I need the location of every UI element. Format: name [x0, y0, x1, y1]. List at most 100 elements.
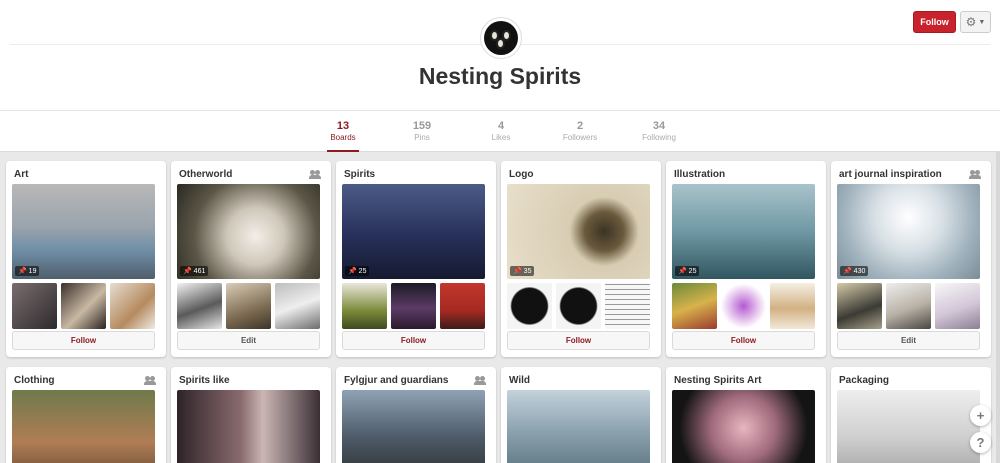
board-title: Otherworld	[179, 169, 233, 180]
pin-count: 461	[193, 268, 206, 275]
board-follow-button[interactable]: Follow	[672, 331, 815, 350]
stat-value: 2	[576, 120, 584, 132]
profile-stats-bar: 13 Boards 159 Pins 4 Likes 2 Followers 3…	[0, 110, 1000, 152]
board-title: Wild	[509, 375, 531, 386]
board-thumbnail[interactable]	[12, 283, 57, 329]
pin-count: 25	[358, 268, 367, 275]
board-thumbnail[interactable]	[61, 283, 106, 329]
active-tab-indicator	[327, 150, 359, 152]
board-cover-image[interactable]	[507, 390, 650, 463]
board-title: Spirits	[344, 169, 376, 180]
follow-profile-button[interactable]: Follow	[913, 11, 956, 33]
gear-icon: ⚙	[965, 15, 977, 29]
pin-count: 35	[523, 268, 532, 275]
board-title: Logo	[509, 169, 534, 180]
board-card-fylgjur-and-guardians[interactable]: Fylgjur and guardians	[336, 367, 496, 463]
board-thumbnail[interactable]	[342, 283, 387, 329]
stat-label: Likes	[491, 133, 511, 142]
board-thumbnail[interactable]	[177, 283, 222, 329]
chevron-down-icon: ▼	[978, 18, 986, 26]
group-board-icon	[969, 169, 981, 179]
board-thumbnail[interactable]	[886, 283, 931, 329]
board-thumbnail[interactable]	[110, 283, 155, 329]
board-title: art journal inspiration	[839, 169, 942, 180]
board-card-logo[interactable]: Logo 📌 35 Follow	[501, 161, 661, 357]
board-cover-image[interactable]	[177, 390, 320, 463]
pin-count-badge: 📌 430	[840, 266, 869, 276]
board-title: Nesting Spirits Art	[674, 375, 762, 386]
group-board-icon	[474, 375, 486, 385]
board-cover-image[interactable]: 📌 19	[12, 184, 155, 279]
board-card-art-journal-inspiration[interactable]: art journal inspiration 📌 430 Edit	[831, 161, 991, 357]
stat-value: 4	[497, 120, 505, 132]
board-card-otherworld[interactable]: Otherworld 📌 461 Edit	[171, 161, 331, 357]
board-thumbnail[interactable]	[721, 283, 766, 329]
board-cover-image[interactable]	[837, 390, 980, 463]
pin-count: 430	[853, 268, 866, 275]
stat-label: Following	[642, 133, 676, 142]
board-title: Spirits like	[179, 375, 230, 386]
board-card-spirits-like[interactable]: Spirits like	[171, 367, 331, 463]
board-cover-image[interactable]: 📌 25	[672, 184, 815, 279]
board-cover-image[interactable]	[672, 390, 815, 463]
profile-header: Follow ⚙ ▼ Nesting Spirits 13 Boards 159…	[0, 0, 1000, 152]
board-card-illustration[interactable]: Illustration 📌 25 Follow	[666, 161, 826, 357]
group-board-icon	[309, 169, 321, 179]
board-card-packaging[interactable]: Packaging	[831, 367, 991, 463]
board-card-clothing[interactable]: Clothing	[6, 367, 166, 463]
question-icon[interactable]: ?	[970, 432, 991, 453]
stat-label: Pins	[414, 133, 430, 142]
pin-count-badge: 📌 461	[180, 266, 209, 276]
board-thumbnail[interactable]	[935, 283, 980, 329]
board-thumbnail[interactable]	[440, 283, 485, 329]
profile-avatar[interactable]	[480, 17, 522, 59]
board-card-nesting-spirits-art[interactable]: Nesting Spirits Art	[666, 367, 826, 463]
stat-value: 159	[412, 120, 432, 132]
stat-label: Boards	[330, 133, 356, 142]
board-title: Clothing	[14, 375, 55, 386]
board-thumbnail[interactable]	[226, 283, 271, 329]
plus-icon[interactable]: +	[970, 405, 991, 426]
stat-value: 34	[652, 120, 666, 132]
board-thumbnail[interactable]	[275, 283, 320, 329]
settings-menu-button[interactable]: ⚙ ▼	[960, 11, 991, 33]
board-cover-image[interactable]	[342, 390, 485, 463]
board-cover-image[interactable]: 📌 25	[342, 184, 485, 279]
egg-shape	[496, 38, 505, 49]
stat-value: 13	[336, 120, 350, 132]
board-thumbnail[interactable]	[605, 283, 650, 329]
board-cover-image[interactable]: 📌 35	[507, 184, 650, 279]
board-thumbnail[interactable]	[672, 283, 717, 329]
stat-following[interactable]: 34 Following	[629, 120, 689, 143]
pin-count-badge: 📌 35	[510, 266, 535, 276]
board-cover-image[interactable]: 📌 430	[837, 184, 980, 279]
board-card-wild[interactable]: Wild	[501, 367, 661, 463]
board-follow-button[interactable]: Follow	[12, 331, 155, 350]
board-card-art[interactable]: Art 📌 19 Follow	[6, 161, 166, 357]
board-thumbnail[interactable]	[507, 283, 552, 329]
page-scrollbar[interactable]	[996, 152, 1000, 463]
board-thumbnail[interactable]	[770, 283, 815, 329]
stat-likes[interactable]: 4 Likes	[471, 120, 531, 143]
board-title: Fylgjur and guardians	[344, 375, 449, 386]
board-follow-button[interactable]: Follow	[507, 331, 650, 350]
pin-count-badge: 📌 19	[15, 266, 40, 276]
board-cover-image[interactable]: 📌 461	[177, 184, 320, 279]
board-thumbnail[interactable]	[837, 283, 882, 329]
board-card-spirits[interactable]: Spirits 📌 25 Follow	[336, 161, 496, 357]
profile-name: Nesting Spirits	[418, 63, 582, 89]
stat-label: Followers	[562, 133, 598, 142]
stat-pins[interactable]: 159 Pins	[392, 120, 452, 143]
board-title: Packaging	[839, 375, 890, 386]
board-thumbnail[interactable]	[391, 283, 436, 329]
pin-count: 25	[688, 268, 697, 275]
stat-followers[interactable]: 2 Followers	[550, 120, 610, 143]
board-edit-button[interactable]: Edit	[837, 331, 980, 350]
board-follow-button[interactable]: Follow	[342, 331, 485, 350]
board-thumbnail[interactable]	[556, 283, 601, 329]
board-cover-image[interactable]	[12, 390, 155, 463]
nest-logo-icon	[484, 21, 518, 55]
board-edit-button[interactable]: Edit	[177, 331, 320, 350]
stat-boards[interactable]: 13 Boards	[313, 120, 373, 143]
group-board-icon	[144, 375, 156, 385]
